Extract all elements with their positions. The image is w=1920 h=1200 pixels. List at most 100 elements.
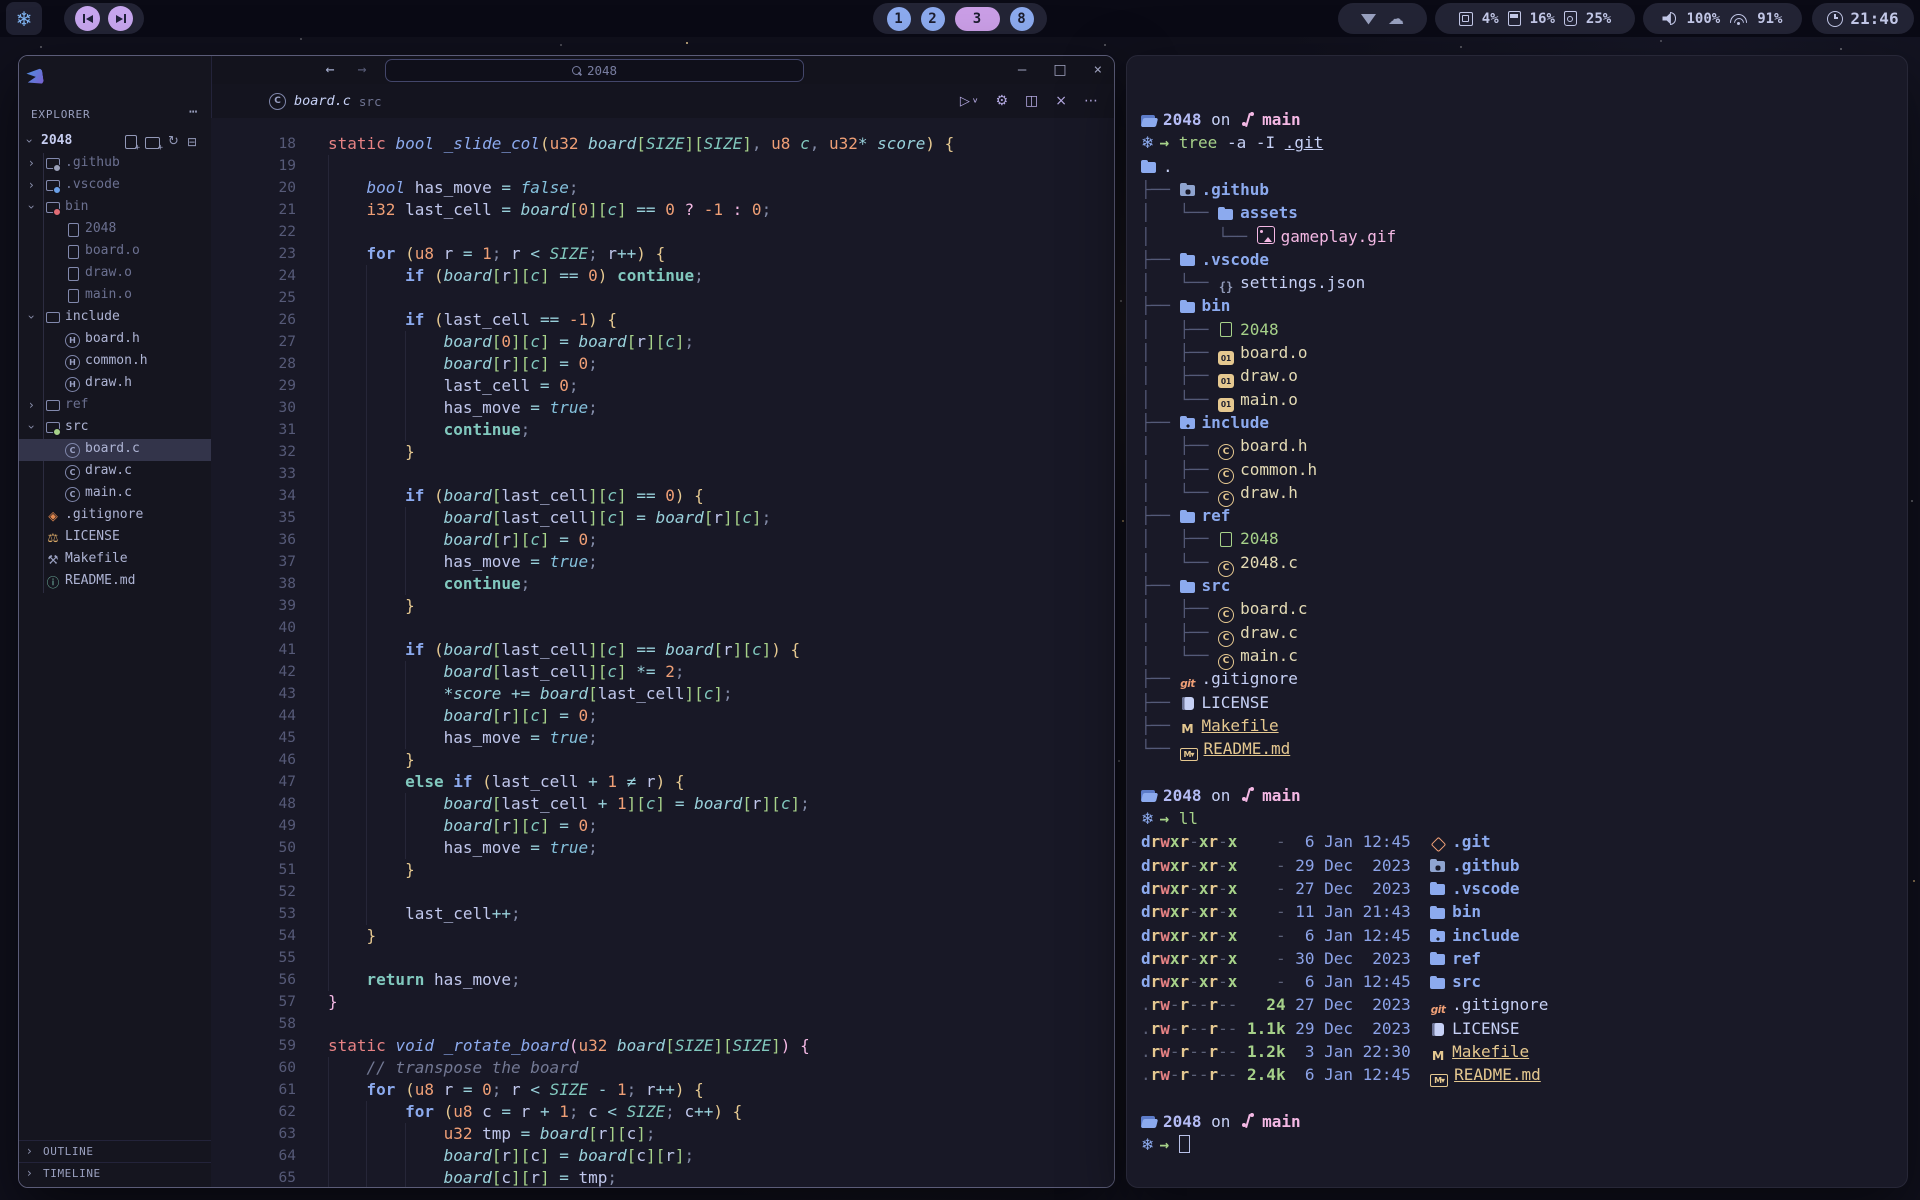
code-line-33[interactable]: 33	[211, 463, 1114, 485]
tab-board-c[interactable]: C board.c src	[269, 84, 381, 118]
explorer-item-main.o[interactable]: main.o	[19, 285, 211, 307]
code-line-36[interactable]: 36 board[r][c] = 0;	[211, 529, 1114, 551]
code-line-23[interactable]: 23 for (u8 r = 1; r < SIZE; r++) {	[211, 243, 1114, 265]
explorer-item-draw.c[interactable]: Cdraw.c	[19, 461, 211, 483]
code-line-44[interactable]: 44 board[r][c] = 0;	[211, 705, 1114, 727]
code-line-20[interactable]: 20 bool has_move = false;	[211, 177, 1114, 199]
workspace-3[interactable]: 3	[955, 7, 1000, 31]
code-line-26[interactable]: 26 if (last_cell == -1) {	[211, 309, 1114, 331]
command-center-search[interactable]: 2048	[385, 59, 804, 82]
code-line-22[interactable]: 22	[211, 221, 1114, 243]
explorer-root[interactable]: › 2048 ↻ ⊟	[19, 131, 211, 153]
more-actions-icon[interactable]: ⋯	[1084, 93, 1098, 109]
maximize-button[interactable]: □	[1053, 62, 1066, 78]
minimize-button[interactable]: —	[1018, 62, 1026, 78]
terminal-line-32: drwxr-xr-x - 29 Dec 2023 .github	[1141, 854, 1901, 877]
explorer-item-LICENSE[interactable]: ⚖LICENSE	[19, 527, 211, 549]
explorer-item-board.h[interactable]: Hboard.h	[19, 329, 211, 351]
code-line-39[interactable]: 39 }	[211, 595, 1114, 617]
explorer-item-ref[interactable]: ›ref	[19, 395, 211, 417]
code-line-65[interactable]: 65 board[c][r] = tmp;	[211, 1167, 1114, 1188]
code-line-47[interactable]: 47 else if (last_cell + 1 ≠ r) {	[211, 771, 1114, 793]
close-button[interactable]: ×	[1094, 62, 1102, 78]
code-line-46[interactable]: 46 }	[211, 749, 1114, 771]
explorer-item-main.c[interactable]: Cmain.c	[19, 483, 211, 505]
workspace-8[interactable]: 8	[1010, 7, 1034, 31]
code-line-25[interactable]: 25	[211, 287, 1114, 309]
item-label: include	[65, 309, 120, 324]
explorer-item-README.md[interactable]: ⓘREADME.md	[19, 571, 211, 593]
launcher-button[interactable]: ❄	[6, 2, 42, 35]
code-line-32[interactable]: 32 }	[211, 441, 1114, 463]
outline-section[interactable]: › OUTLINE	[19, 1140, 211, 1163]
code-line-60[interactable]: 60 // transpose the board	[211, 1057, 1114, 1079]
code-line-57[interactable]: 57}	[211, 991, 1114, 1013]
code-line-35[interactable]: 35 board[last_cell][c] = board[r][c];	[211, 507, 1114, 529]
code-line-59[interactable]: 59static void _rotate_board(u32 board[SI…	[211, 1035, 1114, 1057]
timeline-section[interactable]: › TIMELINE	[19, 1162, 211, 1185]
code-line-56[interactable]: 56 return has_move;	[211, 969, 1114, 991]
code-line-48[interactable]: 48 board[last_cell + 1][c] = board[r][c]…	[211, 793, 1114, 815]
nav-back-button[interactable]: ←	[319, 60, 341, 78]
refresh-icon[interactable]: ↻	[168, 134, 179, 149]
code-line-52[interactable]: 52	[211, 881, 1114, 903]
explorer-item-include[interactable]: ›include	[19, 307, 211, 329]
close-editor-icon[interactable]: ×	[1055, 93, 1067, 109]
workspace-1[interactable]: 1	[887, 7, 911, 31]
explorer-item-common.h[interactable]: Hcommon.h	[19, 351, 211, 373]
explorer-item-.gitignore[interactable]: ◈.gitignore	[19, 505, 211, 527]
line-number: 59	[219, 1035, 296, 1057]
code-line-29[interactable]: 29 last_cell = 0;	[211, 375, 1114, 397]
code-line-42[interactable]: 42 board[last_cell][c] *= 2;	[211, 661, 1114, 683]
code-line-27[interactable]: 27 board[0][c] = board[r][c];	[211, 331, 1114, 353]
code-line-31[interactable]: 31 continue;	[211, 419, 1114, 441]
code-line-64[interactable]: 64 board[r][c] = board[c][r];	[211, 1145, 1114, 1167]
code-line-21[interactable]: 21 i32 last_cell = board[0][c] == 0 ? -1…	[211, 199, 1114, 221]
code-line-43[interactable]: 43 *score += board[last_cell][c];	[211, 683, 1114, 705]
explorer-item-board.c[interactable]: Cboard.c	[19, 439, 211, 461]
code-line-62[interactable]: 62 for (u8 c = r + 1; c < SIZE; c++) {	[211, 1101, 1114, 1123]
explorer-item-.github[interactable]: ›.github	[19, 153, 211, 175]
split-editor-icon[interactable]: ◫	[1025, 93, 1038, 109]
new-file-icon[interactable]	[125, 135, 137, 149]
workspace-2[interactable]: 2	[921, 7, 945, 31]
explorer-item-Makefile[interactable]: ⚒Makefile	[19, 549, 211, 571]
explorer-more-icon[interactable]: ⋯	[189, 104, 197, 120]
code-line-55[interactable]: 55	[211, 947, 1114, 969]
code-line-30[interactable]: 30 has_move = true;	[211, 397, 1114, 419]
code-line-54[interactable]: 54 }	[211, 925, 1114, 947]
code-line-58[interactable]: 58	[211, 1013, 1114, 1035]
media-next-button[interactable]	[108, 6, 133, 31]
code-line-50[interactable]: 50 has_move = true;	[211, 837, 1114, 859]
code-line-28[interactable]: 28 board[r][c] = 0;	[211, 353, 1114, 375]
code-line-63[interactable]: 63 u32 tmp = board[r][c];	[211, 1123, 1114, 1145]
terminal-window[interactable]: 2048 on main❄ → tree -a -I .git.├── .git…	[1126, 55, 1908, 1188]
code-line-51[interactable]: 51 }	[211, 859, 1114, 881]
explorer-item-bin[interactable]: ›bin	[19, 197, 211, 219]
code-line-37[interactable]: 37 has_move = true;	[211, 551, 1114, 573]
explorer-item-2048[interactable]: 2048	[19, 219, 211, 241]
code-line-34[interactable]: 34 if (board[last_cell][c] == 0) {	[211, 485, 1114, 507]
explorer-item-draw.o[interactable]: draw.o	[19, 263, 211, 285]
new-folder-icon[interactable]	[145, 137, 160, 149]
code-line-49[interactable]: 49 board[r][c] = 0;	[211, 815, 1114, 837]
code-line-61[interactable]: 61 for (u8 r = 0; r < SIZE - 1; r++) {	[211, 1079, 1114, 1101]
code-line-24[interactable]: 24 if (board[r][c] == 0) continue;	[211, 265, 1114, 287]
code-line-41[interactable]: 41 if (board[last_cell][c] == board[r][c…	[211, 639, 1114, 661]
explorer-item-board.o[interactable]: board.o	[19, 241, 211, 263]
code-line-53[interactable]: 53 last_cell++;	[211, 903, 1114, 925]
code-line-18[interactable]: 18static bool _slide_col(u32 board[SIZE]…	[211, 133, 1114, 155]
code-line-19[interactable]: 19	[211, 155, 1114, 177]
code-line-38[interactable]: 38 continue;	[211, 573, 1114, 595]
nav-forward-button[interactable]: →	[351, 60, 373, 78]
collapse-all-icon[interactable]: ⊟	[187, 135, 197, 149]
explorer-item-src[interactable]: ›src	[19, 417, 211, 439]
code-editor[interactable]: 18static bool _slide_col(u32 board[SIZE]…	[211, 118, 1114, 1187]
explorer-item-draw.h[interactable]: Hdraw.h	[19, 373, 211, 395]
code-line-40[interactable]: 40	[211, 617, 1114, 639]
code-line-45[interactable]: 45 has_move = true;	[211, 727, 1114, 749]
explorer-item-.vscode[interactable]: ›.vscode	[19, 175, 211, 197]
settings-gear-icon[interactable]: ⚙	[995, 93, 1008, 109]
media-prev-button[interactable]	[75, 6, 100, 31]
run-debug-button[interactable]: ▷∨	[960, 94, 979, 109]
